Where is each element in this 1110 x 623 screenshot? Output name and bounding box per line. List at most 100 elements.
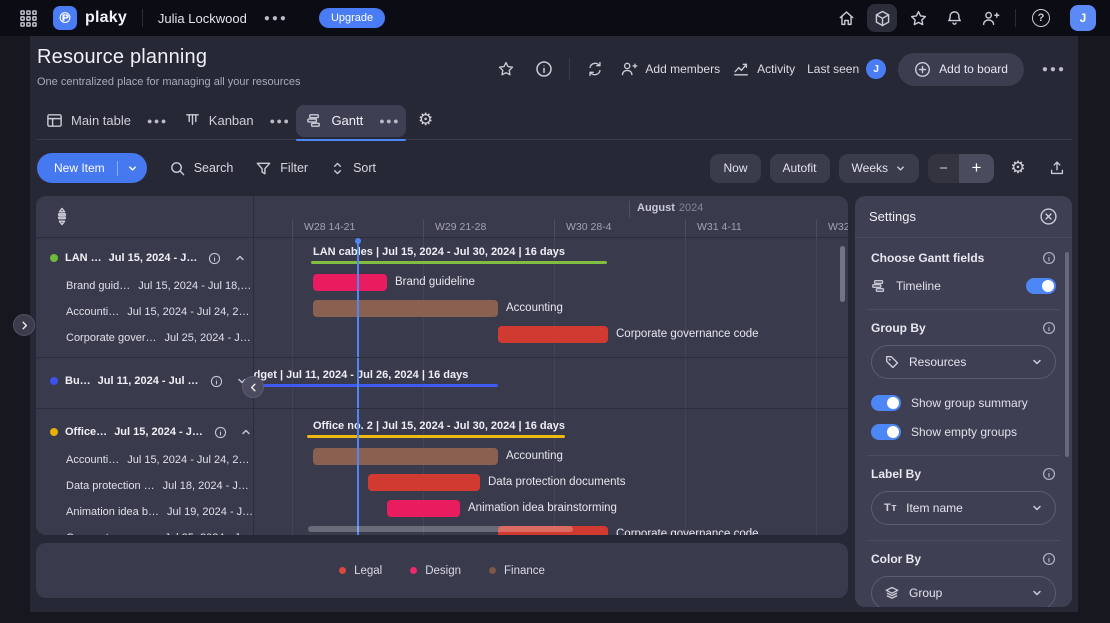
- info-icon[interactable]: [1042, 467, 1056, 481]
- show-empty-groups-toggle[interactable]: [871, 424, 901, 440]
- last-seen[interactable]: Last seen J: [807, 59, 886, 79]
- item-dates: Jul 25, 2024 - J…: [165, 532, 251, 535]
- gantt-bar[interactable]: [313, 274, 387, 291]
- label-by-label: Label By: [871, 467, 921, 481]
- group-color-dot: [50, 428, 58, 436]
- label-by-select[interactable]: Tт Item name: [871, 491, 1056, 525]
- gantt-bar-label: Animation idea brainstorming: [468, 502, 617, 514]
- list-item[interactable]: Corporate gover…Jul 25, 2024 - J…: [36, 325, 253, 351]
- home-icon[interactable]: [831, 4, 861, 32]
- zoom-in-button[interactable]: +: [959, 154, 994, 183]
- info-icon[interactable]: [210, 375, 223, 388]
- add-members-button[interactable]: Add members: [620, 60, 720, 78]
- views-gear-icon[interactable]: ⚙: [418, 112, 433, 129]
- show-group-summary-toggle[interactable]: [871, 395, 901, 411]
- tab-kanban[interactable]: Kanban: [174, 105, 264, 137]
- board-info-icon[interactable]: [531, 60, 557, 78]
- group-header-row[interactable]: Office…Jul 15, 2024 - J…: [36, 419, 253, 445]
- search-button[interactable]: Search: [169, 160, 234, 177]
- apps-grid-icon[interactable]: [14, 4, 42, 32]
- group-summary-line[interactable]: [253, 384, 498, 387]
- list-item[interactable]: Animation idea b…Jul 19, 2024 - J…: [36, 499, 253, 525]
- settings-divider: [867, 455, 1060, 456]
- workspace-name[interactable]: Julia Lockwood: [158, 11, 247, 26]
- upgrade-button[interactable]: Upgrade: [319, 8, 385, 28]
- month-label: August2024: [637, 202, 703, 214]
- gantt-settings-gear-icon[interactable]: ⚙: [1003, 154, 1033, 183]
- activity-button[interactable]: Activity: [732, 60, 795, 78]
- zoom-out-button[interactable]: −: [928, 154, 959, 183]
- list-item[interactable]: Accounti…Jul 15, 2024 - Jul 24, 2…: [36, 299, 253, 325]
- filter-label: Filter: [280, 161, 308, 175]
- gantt-bar[interactable]: [313, 448, 498, 465]
- tab-gantt[interactable]: Gantt: [296, 105, 373, 137]
- notifications-bell-icon[interactable]: [939, 4, 969, 32]
- gantt-bar-label: Data protection documents: [488, 476, 625, 488]
- group-header-row[interactable]: LAN …Jul 15, 2024 - J…: [36, 245, 253, 271]
- new-item-caret-icon[interactable]: [118, 163, 147, 174]
- settings-scrollbar[interactable]: [1065, 252, 1069, 457]
- tab-label: Kanban: [209, 113, 254, 128]
- sort-button[interactable]: Sort: [330, 161, 376, 176]
- show-group-summary-label: Show group summary: [911, 396, 1028, 410]
- gantt-bar[interactable]: [387, 500, 460, 517]
- board-sync-icon[interactable]: [582, 60, 608, 78]
- item-dates: Jul 15, 2024 - Jul 24, 2…: [127, 306, 249, 318]
- group-summary-line[interactable]: [307, 435, 565, 438]
- expand-sidebar-button[interactable]: [13, 314, 35, 336]
- scale-select[interactable]: Weeks: [839, 154, 919, 183]
- list-item[interactable]: Data protection …Jul 18, 2024 - J…: [36, 473, 253, 499]
- collapse-list-button[interactable]: [242, 376, 264, 398]
- list-item[interactable]: Corporate gover…Jul 25, 2024 - J…: [36, 525, 253, 535]
- help-icon[interactable]: ?: [1026, 4, 1056, 32]
- color-by-select[interactable]: Group: [871, 576, 1056, 607]
- tab-menu-icon[interactable]: ●●●: [373, 112, 406, 130]
- group-header-row[interactable]: Bu…Jul 11, 2024 - Jul …: [36, 368, 253, 394]
- board-more-icon[interactable]: ●●●: [1036, 60, 1072, 79]
- gantt-bar[interactable]: [313, 300, 498, 317]
- group-name: Office…: [65, 426, 107, 438]
- tab-main-table[interactable]: Main table: [36, 105, 141, 137]
- gantt-bar[interactable]: [368, 474, 480, 491]
- last-seen-avatar: J: [866, 59, 886, 79]
- filter-button[interactable]: Filter: [255, 160, 308, 177]
- gantt-bar[interactable]: [498, 326, 608, 343]
- chevron-up-icon[interactable]: [234, 252, 246, 264]
- favorites-star-icon[interactable]: [903, 4, 933, 32]
- group-summary-line[interactable]: [311, 261, 607, 264]
- now-button[interactable]: Now: [710, 154, 760, 183]
- expand-rows-icon[interactable]: [54, 207, 70, 226]
- timeline-toggle[interactable]: [1026, 278, 1056, 294]
- list-timeline-divider[interactable]: [253, 196, 254, 535]
- info-icon[interactable]: [1042, 552, 1056, 566]
- chevron-up-icon[interactable]: [240, 426, 252, 438]
- group-name: LAN …: [65, 252, 102, 264]
- vertical-scrollbar[interactable]: [840, 246, 845, 302]
- info-icon[interactable]: [1042, 251, 1056, 265]
- tab-menu-icon[interactable]: ●●●: [141, 112, 174, 130]
- text-icon: Tт: [884, 502, 897, 514]
- boards-icon[interactable]: [867, 4, 897, 32]
- list-item[interactable]: Accounti…Jul 15, 2024 - Jul 24, 2…: [36, 447, 253, 473]
- plaky-logo[interactable]: ℗ plaky: [53, 6, 127, 30]
- list-item[interactable]: Brand guid…Jul 15, 2024 - Jul 18,…: [36, 273, 253, 299]
- autofit-button[interactable]: Autofit: [770, 154, 830, 183]
- active-tab[interactable]: Gantt●●●: [296, 105, 406, 137]
- group-by-select[interactable]: Resources: [871, 345, 1056, 379]
- invite-user-icon[interactable]: [975, 4, 1005, 32]
- workspace-more-icon[interactable]: ●●●: [258, 9, 294, 28]
- add-to-board-button[interactable]: Add to board: [898, 53, 1024, 86]
- info-icon[interactable]: [1042, 321, 1056, 335]
- info-icon[interactable]: [208, 252, 221, 265]
- timeline-canvas: LAN cables | Jul 15, 2024 - Jul 30, 2024…: [253, 238, 848, 535]
- user-avatar[interactable]: J: [1070, 5, 1096, 31]
- star-board-icon[interactable]: [493, 60, 519, 78]
- new-item-button[interactable]: New Item: [37, 153, 147, 183]
- gantt-bar-label: Accounting: [506, 302, 563, 314]
- horizontal-scrollbar[interactable]: [308, 526, 573, 532]
- info-icon[interactable]: [214, 426, 227, 439]
- tab-menu-icon[interactable]: ●●●: [264, 112, 297, 130]
- export-icon[interactable]: [1042, 154, 1072, 183]
- label-by-value: Item name: [906, 501, 963, 515]
- close-icon[interactable]: [1039, 207, 1058, 226]
